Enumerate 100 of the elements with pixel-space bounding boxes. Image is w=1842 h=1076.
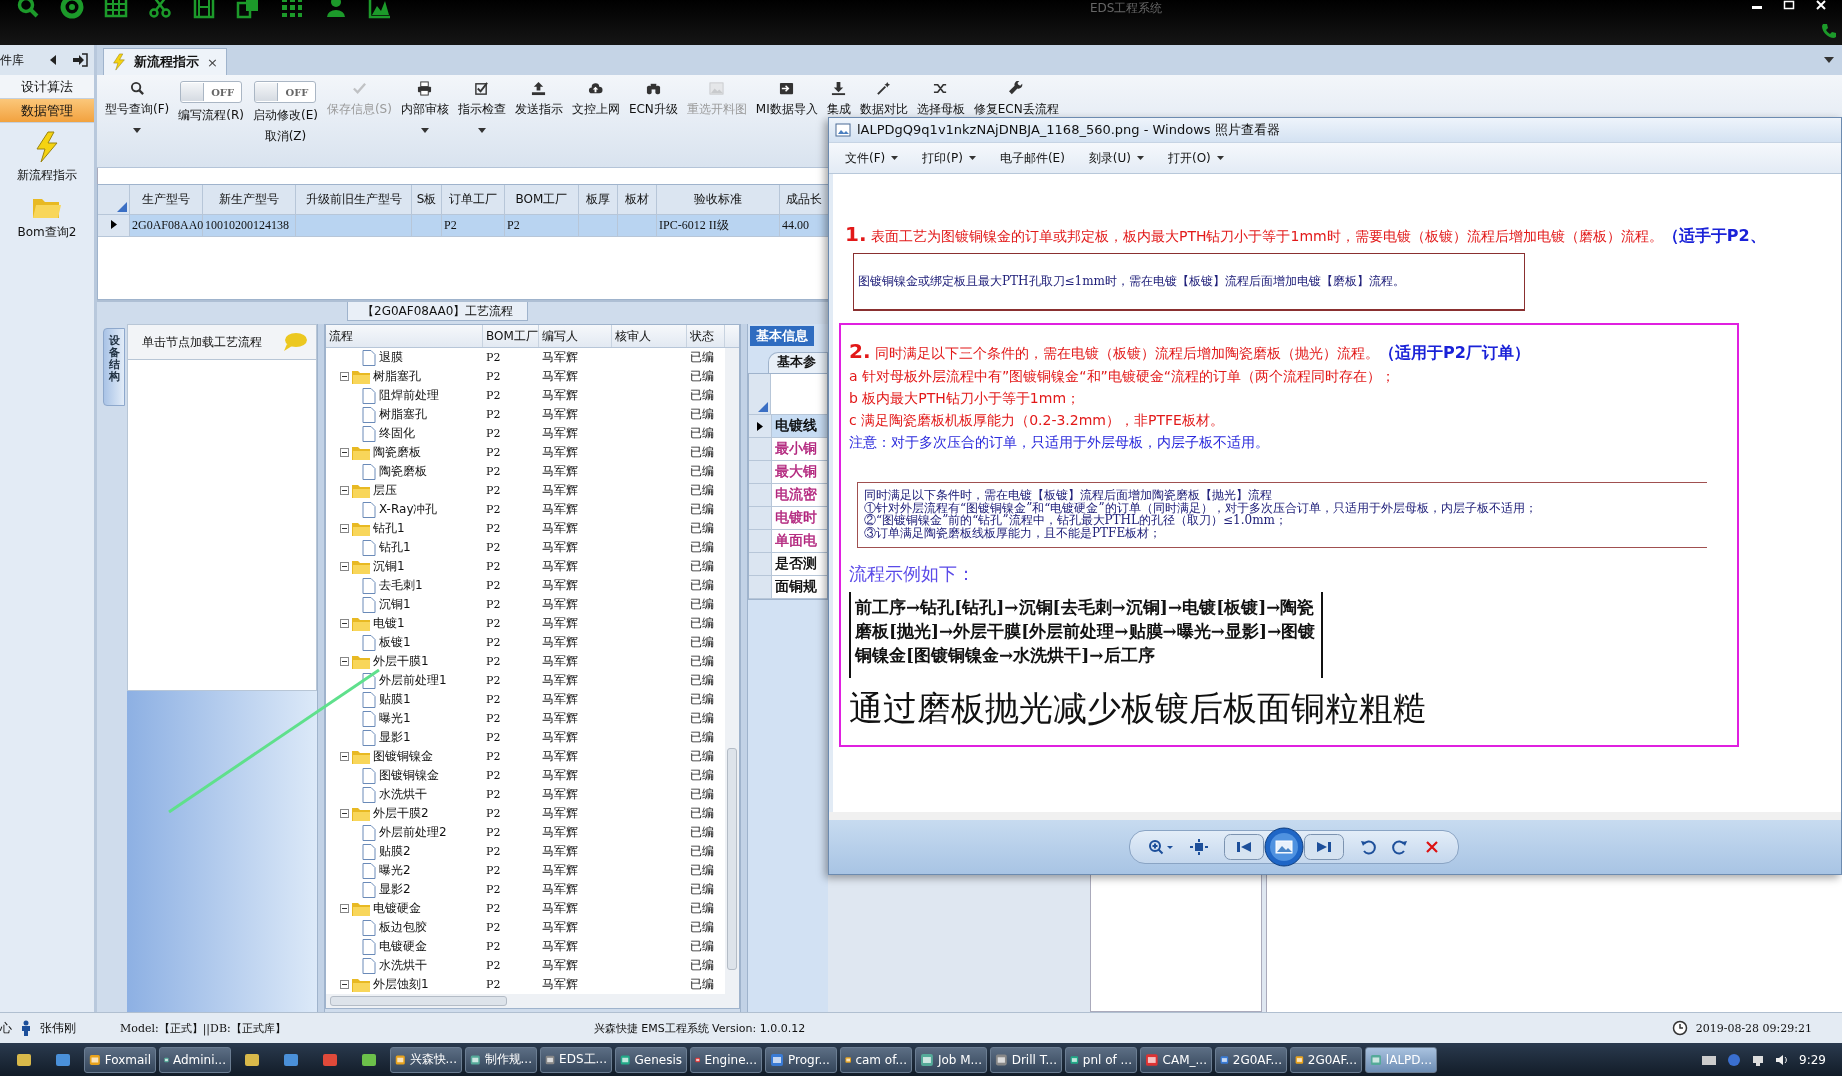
toolbar-button[interactable]: 文控上网 — [571, 81, 620, 118]
grid-row[interactable]: 面铜规 — [749, 576, 827, 599]
collapse-icon[interactable] — [340, 980, 349, 989]
maximize-icon[interactable] — [1782, 0, 1796, 10]
sub-tab[interactable]: 基本参 — [768, 352, 828, 373]
tree-row[interactable]: 钻孔1 P2 马军辉 已编 — [326, 538, 725, 557]
splitter-handle[interactable] — [740, 324, 748, 1012]
collapse-icon[interactable] — [340, 448, 349, 457]
row-header[interactable] — [749, 415, 772, 437]
grid-row[interactable]: 最大铜 — [749, 461, 827, 484]
column-header[interactable]: 编写人 — [539, 325, 612, 347]
info-tab[interactable]: 基本信息 — [750, 326, 814, 346]
tree-row[interactable]: 外层蚀刻1 P2 马军辉 已编 — [326, 975, 725, 994]
collapse-icon[interactable] — [340, 486, 349, 495]
tree-row[interactable]: 水洗烘干 P2 马军辉 已编 — [326, 785, 725, 804]
next-icon[interactable] — [1304, 834, 1344, 860]
tree-row[interactable]: 外层干膜2 P2 马军辉 已编 — [326, 804, 725, 823]
tree-row[interactable]: 贴膜1 P2 马军辉 已编 — [326, 690, 725, 709]
menu-item[interactable]: 文件(F) — [835, 146, 909, 170]
keyboard-icon[interactable] — [1701, 1053, 1718, 1066]
taskbar-button[interactable]: Foxmail — [84, 1046, 156, 1073]
toolbar-button[interactable]: 发送指示 — [514, 81, 563, 118]
phone-icon[interactable] — [1820, 22, 1838, 40]
column-header[interactable]: 流程 — [326, 325, 483, 347]
tree-row[interactable]: 钻孔1 P2 马军辉 已编 — [326, 519, 725, 538]
taskbar-button[interactable]: 制作规... — [465, 1046, 537, 1073]
tree-row[interactable]: 终固化 P2 马军辉 已编 — [326, 424, 725, 443]
select-all-icon[interactable] — [758, 402, 768, 412]
splitter-handle[interactable] — [317, 324, 325, 1012]
grid-row[interactable]: 是否测 — [749, 553, 827, 576]
taskbar-button[interactable]: cam of... — [840, 1046, 912, 1073]
grid-row[interactable]: 最小铜 — [749, 438, 827, 461]
grid-row[interactable]: 电流密 — [749, 484, 827, 507]
tree-row[interactable]: 电镀硬金 P2 马军辉 已编 — [326, 937, 725, 956]
tab-close[interactable]: × — [207, 54, 218, 70]
side-tab[interactable]: 设备结构 — [103, 328, 125, 406]
copy-icon[interactable] — [236, 0, 260, 19]
select-all-icon[interactable] — [117, 202, 127, 212]
taskbar-button[interactable]: Admini... — [159, 1046, 231, 1073]
search-icon[interactable] — [16, 0, 40, 19]
collapse-icon[interactable] — [340, 809, 349, 818]
taskbar-button[interactable]: pnl of ... — [1065, 1046, 1137, 1073]
toggle-switch[interactable]: OFF — [180, 81, 243, 103]
tree-row[interactable]: 图镀铜镍金 P2 马军辉 已编 — [326, 747, 725, 766]
rotate-right-icon[interactable] — [1392, 839, 1408, 855]
tree-row[interactable]: 显影1 P2 马军辉 已编 — [326, 728, 725, 747]
lifebuoy-icon[interactable] — [60, 0, 84, 19]
collapse-icon[interactable] — [340, 657, 349, 666]
tree-row[interactable]: 水洗烘干 P2 马军辉 已编 — [326, 956, 725, 975]
taskbar-button[interactable]: Job M... — [915, 1046, 987, 1073]
app-icon[interactable] — [55, 1051, 71, 1068]
lightning-icon[interactable] — [34, 131, 60, 163]
toolbar-button[interactable]: 指示检查 — [457, 81, 506, 118]
film-icon[interactable] — [192, 0, 216, 19]
column-header[interactable]: 核审人 — [612, 325, 687, 347]
taskbar-button[interactable]: EDS工... — [540, 1046, 612, 1073]
taskbar-button[interactable]: CAM_... — [1140, 1046, 1212, 1073]
collapse-icon[interactable] — [340, 904, 349, 913]
taskbar-button[interactable]: 兴森快... — [390, 1046, 462, 1073]
tree-row[interactable]: 曝光2 P2 马军辉 已编 — [326, 861, 725, 880]
grid-row[interactable]: 电镀时 — [749, 507, 827, 530]
tree-row[interactable]: 沉铜1 P2 马军辉 已编 — [326, 595, 725, 614]
taskbar-button[interactable]: 2G0AF... — [1290, 1046, 1362, 1073]
taskbar-clock[interactable]: 9:29 — [1799, 1052, 1826, 1067]
sidebar-section[interactable]: 数据管理 — [0, 99, 94, 123]
chart-icon[interactable] — [368, 0, 392, 19]
menu-item[interactable]: 打印(P) — [912, 146, 986, 170]
tree-row[interactable]: 陶瓷磨板 P2 马军辉 已编 — [326, 443, 725, 462]
row-header[interactable] — [98, 215, 130, 237]
tree-row[interactable]: 外层前处理1 P2 马军辉 已编 — [326, 671, 725, 690]
toolbar-button[interactable]: 取消(Z) — [264, 128, 307, 145]
fit-window-icon[interactable] — [1190, 839, 1208, 855]
tree-row[interactable]: 显影2 P2 马军辉 已编 — [326, 880, 725, 899]
taskbar-button[interactable]: Progr... — [765, 1046, 837, 1073]
previous-icon[interactable] — [1224, 834, 1264, 860]
collapse-icon[interactable] — [340, 619, 349, 628]
tree-row[interactable]: 贴膜2 P2 马军辉 已编 — [326, 842, 725, 861]
toolbar-button[interactable]: ECN升级 — [628, 81, 678, 118]
tree-row[interactable]: 沉铜1 P2 马军辉 已编 — [326, 557, 725, 576]
scissors-icon[interactable] — [148, 0, 172, 19]
taskbar-button[interactable]: Engine... — [690, 1046, 762, 1073]
collapse-icon[interactable] — [340, 562, 349, 571]
app-icon[interactable] — [322, 1051, 338, 1068]
shortcut-label[interactable]: 新流程指示 — [17, 167, 77, 184]
tree-row[interactable]: 阻焊前处理 P2 马军辉 已编 — [326, 386, 725, 405]
tree-row[interactable]: 外层干膜1 P2 马军辉 已编 — [326, 652, 725, 671]
tree-row[interactable]: 电镀硬金 P2 马军辉 已编 — [326, 899, 725, 918]
column-header[interactable]: 状态 — [687, 325, 725, 347]
tree-row[interactable]: 退膜 P2 马军辉 已编 — [326, 348, 725, 367]
grid-row[interactable]: 2G0AF08AA0 10010200124138 P2 P2 IPC-6012 II级 44.00 — [98, 215, 829, 237]
delete-icon[interactable] — [1424, 839, 1440, 855]
taskbar-button[interactable]: Drill T... — [990, 1046, 1062, 1073]
toolbar-button[interactable]: MI数据导入 — [755, 81, 818, 118]
person-icon[interactable] — [324, 0, 348, 19]
help-icon[interactable] — [1727, 1052, 1742, 1067]
dropdown-icon[interactable] — [477, 128, 486, 133]
tree-row[interactable]: 电镀1 P2 马军辉 已编 — [326, 614, 725, 633]
tree-row[interactable]: 陶瓷磨板 P2 马军辉 已编 — [326, 462, 725, 481]
sidebar-section[interactable]: 设计算法 — [0, 75, 94, 99]
tree-row[interactable]: 树脂塞孔 P2 马军辉 已编 — [326, 367, 725, 386]
